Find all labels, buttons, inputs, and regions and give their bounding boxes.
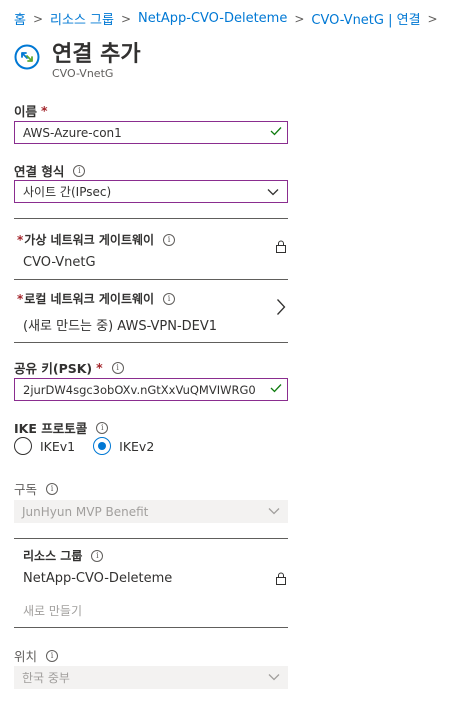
divider	[14, 218, 288, 219]
name-value: AWS-Azure-con1	[23, 125, 122, 140]
breadcrumb-resource-group[interactable]: NetApp-CVO-Deleteme	[138, 11, 287, 26]
info-icon[interactable]: i	[46, 649, 59, 662]
name-label: 이름 *	[14, 103, 48, 119]
virtual-gateway-label: * 가상 네트워크 게이트웨이 i	[17, 231, 176, 248]
psk-label: 공유 키(PSK) * i	[14, 358, 124, 377]
divider	[14, 627, 288, 628]
check-icon	[270, 384, 282, 393]
info-icon[interactable]: i	[46, 482, 59, 495]
local-gateway-label: * 로컬 네트워크 게이트웨이 i	[17, 290, 176, 307]
chevron-down-icon	[267, 189, 279, 196]
info-icon[interactable]: i	[73, 164, 86, 177]
page-subtitle: CVO-VnetG	[52, 67, 114, 80]
info-icon[interactable]: i	[163, 233, 176, 246]
chevron-right-icon: >	[294, 11, 305, 26]
name-field[interactable]: AWS-Azure-con1	[14, 121, 288, 144]
connection-type-label: 연결 형식 i	[14, 161, 86, 180]
chevron-right-icon: >	[120, 11, 132, 26]
subscription-label: 구독 i	[14, 479, 59, 498]
breadcrumb: 홈 > 리소스 그룹 > NetApp-CVO-Deleteme > CVO-V…	[14, 9, 445, 28]
local-gateway-value[interactable]: (새로 만드는 중) AWS-VPN-DEV1	[23, 315, 217, 334]
ikev2-radio[interactable]	[93, 437, 112, 455]
breadcrumb-home[interactable]: 홈	[14, 9, 26, 28]
psk-field[interactable]: 2jurDW4sgc3obOXv.nGtXxVuQMVIWRG0	[14, 378, 288, 401]
check-icon	[270, 127, 282, 136]
ike-radio-group: IKEv1 IKEv2	[14, 437, 172, 455]
ikev1-label[interactable]: IKEv1	[40, 439, 75, 454]
info-icon[interactable]: i	[111, 361, 124, 374]
resource-group-value: NetApp-CVO-Deleteme	[23, 571, 173, 586]
psk-value: 2jurDW4sgc3obOXv.nGtXxVuQMVIWRG0	[23, 382, 256, 397]
chevron-right-icon: >	[427, 11, 438, 26]
info-icon[interactable]: i	[91, 549, 104, 562]
connection-icon	[14, 44, 40, 70]
ikev1-radio[interactable]	[14, 437, 32, 455]
chevron-right-icon[interactable]	[276, 298, 286, 316]
location-label: 위치 i	[14, 646, 59, 665]
chevron-right-icon: >	[32, 11, 44, 26]
breadcrumb-connections[interactable]: CVO-VnetG | 연결	[311, 9, 420, 28]
ikev2-label[interactable]: IKEv2	[119, 439, 154, 454]
connection-type-select[interactable]: 사이트 간(IPsec)	[14, 180, 288, 203]
ike-label: IKE 프로토콜 i	[14, 418, 109, 437]
lock-icon	[276, 240, 286, 253]
location-value: 한국 중부	[22, 671, 70, 685]
resource-group-label: 리소스 그룹 i	[23, 547, 104, 564]
info-icon[interactable]: i	[163, 292, 176, 305]
create-new-link: 새로 만들기	[23, 604, 83, 618]
virtual-gateway-value: CVO-VnetG	[23, 255, 96, 270]
info-icon[interactable]: i	[96, 421, 109, 434]
divider	[14, 538, 288, 539]
divider	[14, 279, 288, 280]
lock-icon	[276, 572, 286, 585]
chevron-down-icon	[268, 508, 280, 515]
connection-type-value: 사이트 간(IPsec)	[23, 185, 112, 199]
subscription-value: JunHyun MVP Benefit	[22, 504, 149, 519]
breadcrumb-resource-groups[interactable]: 리소스 그룹	[50, 9, 114, 28]
divider	[14, 342, 288, 343]
page-title: 연결 추가	[52, 42, 141, 67]
chevron-down-icon	[268, 674, 280, 681]
subscription-select: JunHyun MVP Benefit	[14, 500, 288, 523]
location-select: 한국 중부	[14, 666, 288, 689]
